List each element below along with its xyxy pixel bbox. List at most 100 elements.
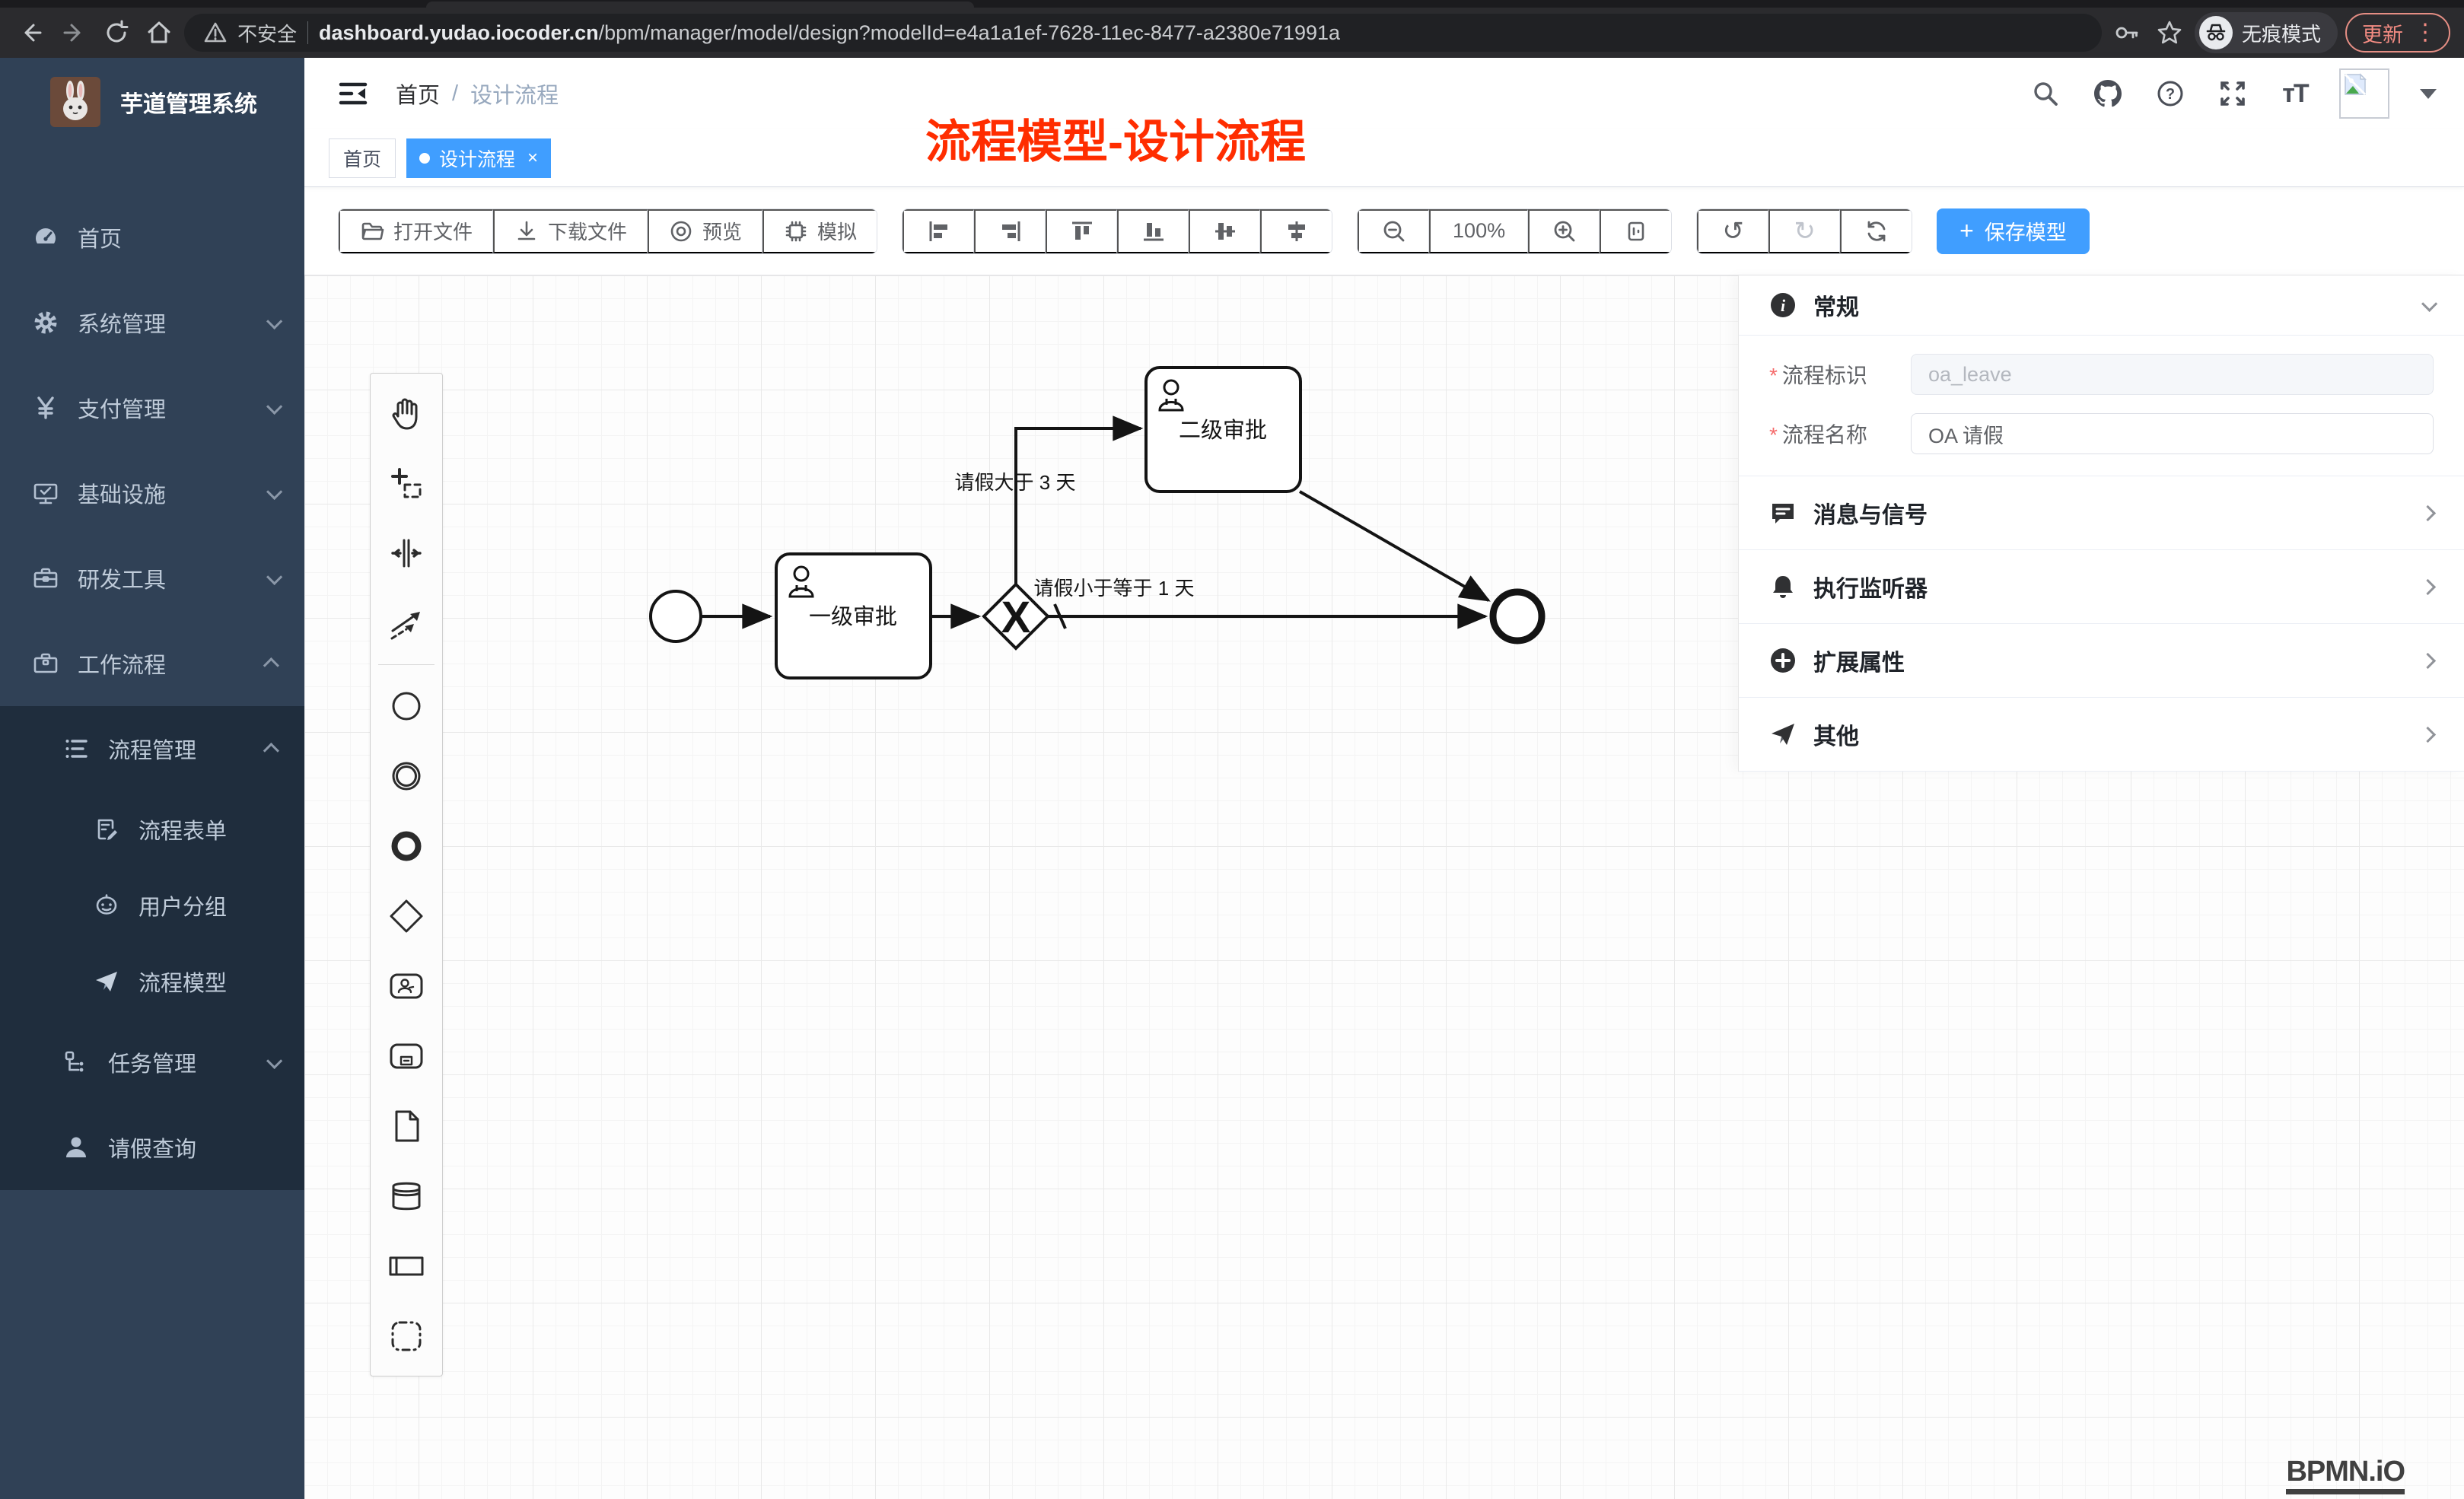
- sidebar-item-user-group[interactable]: 用户分组: [0, 867, 304, 944]
- help-icon[interactable]: ?: [2152, 75, 2189, 112]
- preview-button[interactable]: 预览: [648, 209, 762, 253]
- browser-active-tab[interactable]: [426, 2, 974, 8]
- zoom-level-value: 100%: [1453, 219, 1505, 243]
- password-key-icon[interactable]: [2109, 15, 2144, 50]
- bpmn-io-logo[interactable]: BPMN.iO: [2286, 1456, 2405, 1494]
- simulate-button[interactable]: 模拟: [762, 209, 877, 253]
- sidebar-item-label: 请假查询: [108, 1131, 279, 1163]
- download-file-button[interactable]: 下载文件: [493, 209, 648, 253]
- main-area: 首页 / 设计流程 ? ᴛT 首页 设计流程 × 流程模型-设计流程: [304, 58, 2464, 1499]
- align-hcenter-button[interactable]: [1260, 209, 1332, 253]
- tag-label: 设计流程: [439, 145, 515, 172]
- panel-section-general[interactable]: i 常规: [1739, 275, 2464, 335]
- back-icon[interactable]: [14, 15, 49, 50]
- zoom-out-button[interactable]: [1358, 209, 1429, 253]
- avatar[interactable]: [2339, 68, 2389, 119]
- sidebar-item-infra[interactable]: 基础设施: [0, 450, 304, 536]
- bookmark-star-icon[interactable]: [2152, 15, 2187, 50]
- bell-icon: [1769, 573, 1797, 600]
- security-label: 不安全: [237, 19, 297, 47]
- tag-label: 首页: [343, 145, 381, 172]
- align-bottom-button[interactable]: [1117, 209, 1189, 253]
- tags-bar: 首页 设计流程 ×: [304, 129, 2464, 187]
- redo-button[interactable]: ↻: [1768, 209, 1840, 253]
- flow-gateway-to-task2[interactable]: [1016, 428, 1141, 584]
- bpmn-canvas[interactable]: 一级审批 X 二级审批: [304, 275, 2464, 1499]
- sidebar-collapse-icon[interactable]: [332, 72, 374, 115]
- sidebar-item-process-form[interactable]: 流程表单: [0, 791, 304, 867]
- start-event[interactable]: [651, 591, 701, 641]
- sidebar-item-task-mgmt[interactable]: 任务管理: [0, 1020, 304, 1105]
- sidebar-item-pay[interactable]: 支付管理: [0, 365, 304, 450]
- tag-close-icon[interactable]: ×: [527, 148, 538, 169]
- end-event[interactable]: [1493, 592, 1542, 641]
- sidebar-item-label: 支付管理: [78, 392, 267, 424]
- github-icon[interactable]: [2090, 75, 2126, 112]
- font-size-icon[interactable]: ᴛT: [2277, 75, 2313, 112]
- panel-section-extensions[interactable]: 扩展属性: [1739, 623, 2464, 697]
- chip-icon: [784, 219, 808, 243]
- align-vcenter-button[interactable]: [1189, 209, 1260, 253]
- align-left-button[interactable]: [903, 209, 974, 253]
- sidebar-menu: 首页 系统管理 支付管理 基础设施 研发工具: [0, 195, 304, 1499]
- url-bar[interactable]: 不安全 dashboard.yudao.iocoder.cn/bpm/manag…: [184, 14, 2102, 52]
- undo-button[interactable]: ↺: [1697, 209, 1768, 253]
- restart-button[interactable]: [1840, 209, 1912, 253]
- sidebar-item-process-mgmt[interactable]: 流程管理: [0, 706, 304, 791]
- incognito-badge[interactable]: 无痕模式: [2195, 12, 2338, 53]
- gear-icon: [30, 309, 61, 336]
- align-right-button[interactable]: [974, 209, 1046, 253]
- tag-home[interactable]: 首页: [329, 138, 396, 178]
- gateway-x-marker: X: [1001, 593, 1031, 642]
- zoom-reset-button[interactable]: [1600, 209, 1671, 253]
- sidebar-item-home[interactable]: 首页: [0, 195, 304, 280]
- process-key-input[interactable]: [1911, 354, 2434, 395]
- toolbox-icon: [30, 565, 61, 592]
- button-label: 保存模型: [1985, 216, 2067, 246]
- process-name-input[interactable]: [1911, 413, 2434, 454]
- panel-section-listeners[interactable]: 执行监听器: [1739, 549, 2464, 623]
- home-icon[interactable]: [142, 15, 177, 50]
- flow-task2-to-end[interactable]: [1300, 492, 1488, 600]
- sidebar-item-leave-query[interactable]: 请假查询: [0, 1105, 304, 1190]
- fullscreen-icon[interactable]: [2214, 75, 2251, 112]
- app-logo-row[interactable]: 芋道管理系统: [0, 58, 304, 146]
- download-icon: [514, 219, 539, 243]
- list-tree-icon: [61, 736, 91, 762]
- panel-section-other[interactable]: 其他: [1739, 697, 2464, 771]
- yen-icon: [30, 394, 61, 422]
- sidebar-item-label: 流程表单: [138, 813, 279, 845]
- plus-icon: +: [1959, 217, 1974, 245]
- align-button-group: [902, 208, 1332, 254]
- browser-update-button[interactable]: 更新 ⋮: [2345, 13, 2450, 53]
- open-file-button[interactable]: 打开文件: [339, 209, 493, 253]
- sidebar-item-system[interactable]: 系统管理: [0, 280, 304, 365]
- breadcrumb-home[interactable]: 首页: [396, 78, 440, 110]
- user-task-level2[interactable]: 二级审批: [1146, 368, 1300, 492]
- chevron-down-icon: [266, 1052, 282, 1068]
- user-menu-caret-icon[interactable]: [2420, 89, 2437, 99]
- user-task-level1[interactable]: 一级审批: [776, 554, 931, 678]
- panel-section-messages[interactable]: 消息与信号: [1739, 476, 2464, 549]
- search-icon[interactable]: [2027, 75, 2064, 112]
- forward-icon[interactable]: [56, 15, 91, 50]
- section-title: 常规: [1813, 288, 2405, 322]
- refresh-icon: [1864, 218, 1889, 244]
- properties-panel: i 常规 *流程标识 *流程名称 消息: [1738, 275, 2464, 772]
- org-tree-icon: [61, 1049, 91, 1075]
- sidebar-item-process-model[interactable]: 流程模型: [0, 944, 304, 1020]
- reload-icon[interactable]: [99, 15, 134, 50]
- fit-viewport-icon: [1623, 218, 1649, 244]
- tag-active-dot: [419, 153, 430, 164]
- sidebar-item-devtools[interactable]: 研发工具: [0, 536, 304, 621]
- browser-menu-dots-icon[interactable]: ⋮: [2414, 21, 2437, 44]
- sidebar-item-workflow[interactable]: 工作流程: [0, 621, 304, 706]
- align-top-button[interactable]: [1046, 209, 1117, 253]
- url-domain: dashboard.yudao.iocoder.cn: [319, 21, 599, 44]
- zoom-in-button[interactable]: [1528, 209, 1600, 253]
- save-model-button[interactable]: + 保存模型: [1937, 208, 2090, 254]
- tag-design-process[interactable]: 设计流程 ×: [406, 138, 551, 178]
- zoom-level[interactable]: 100%: [1429, 209, 1528, 253]
- info-icon: i: [1769, 291, 1797, 319]
- flow-gt-label: 请假大于 3 天: [955, 471, 1076, 494]
